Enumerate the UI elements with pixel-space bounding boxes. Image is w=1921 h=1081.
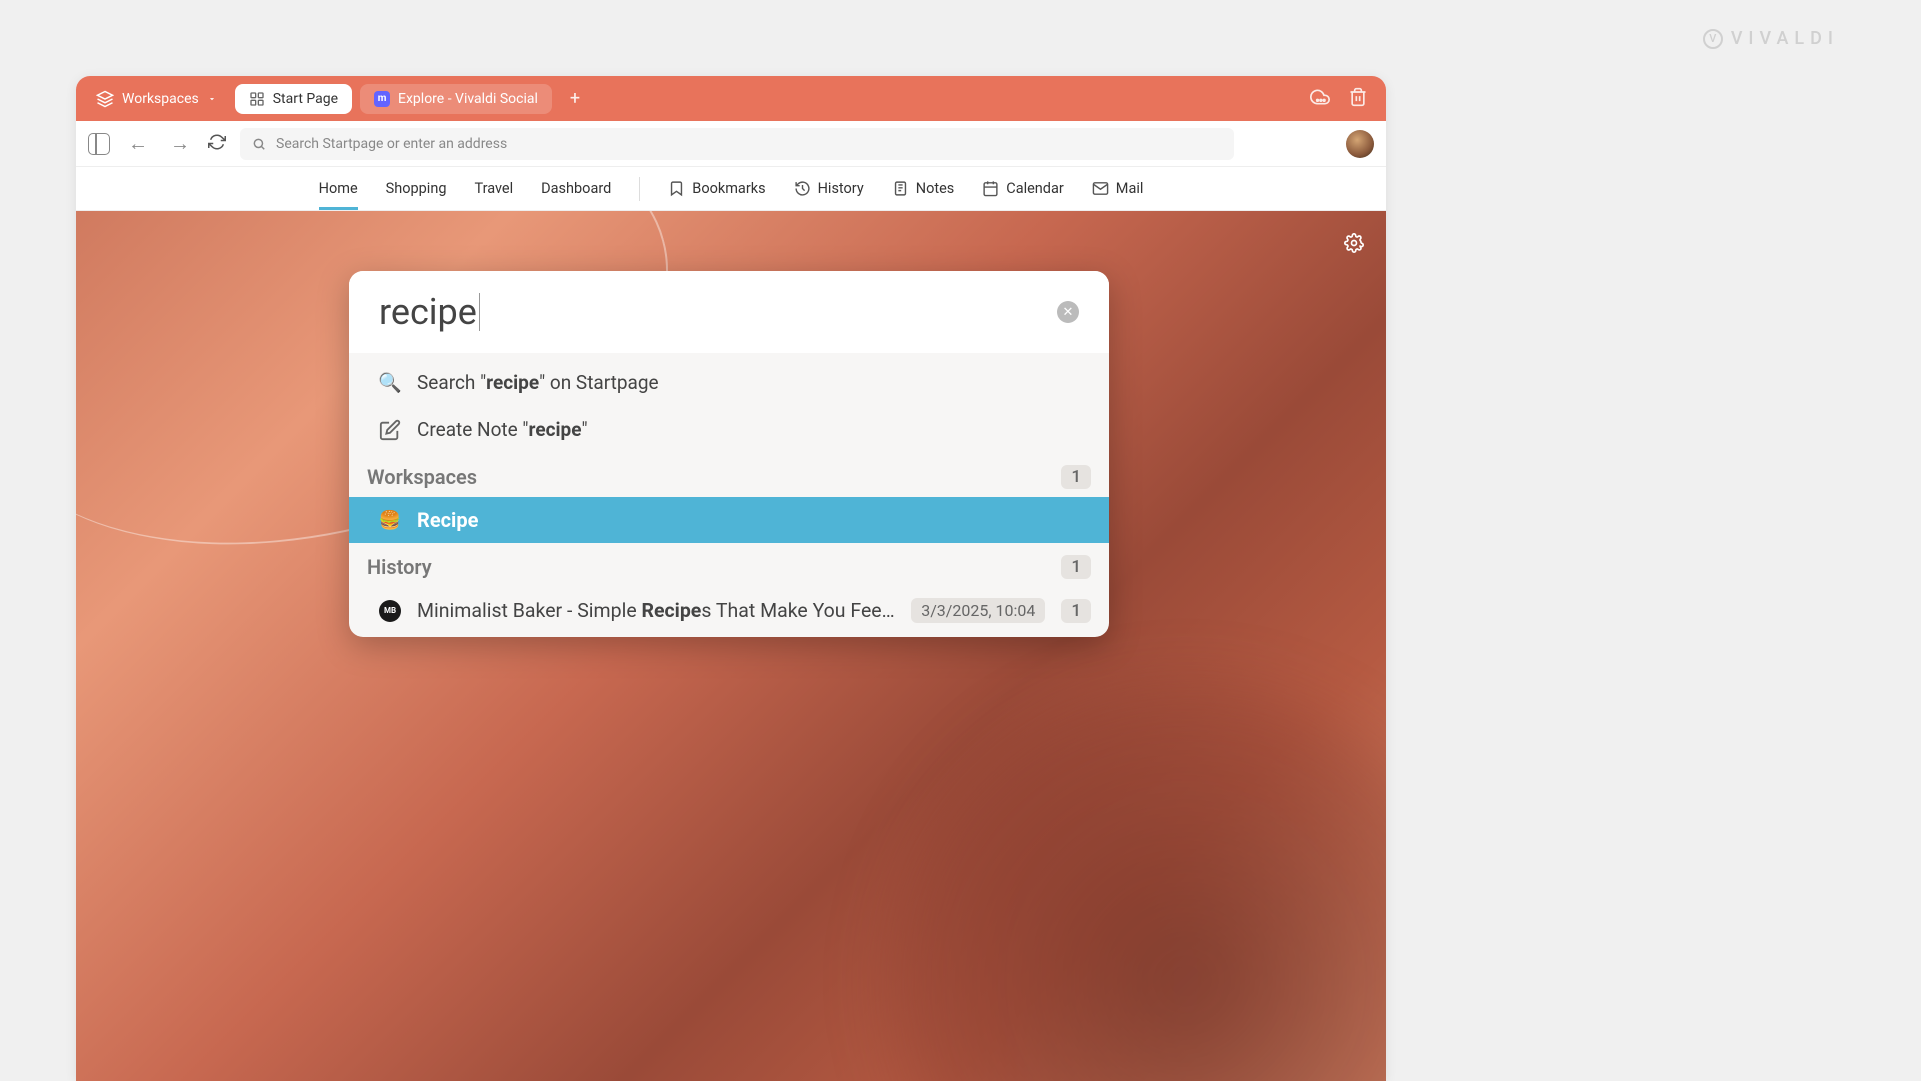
tab-vivaldi-social[interactable]: m Explore - Vivaldi Social bbox=[360, 84, 552, 114]
text-cursor bbox=[479, 293, 481, 331]
mastodon-icon: m bbox=[374, 91, 390, 107]
clear-button[interactable]: ✕ bbox=[1057, 301, 1079, 323]
count-badge: 1 bbox=[1061, 599, 1091, 623]
start-page-icon bbox=[249, 91, 265, 107]
mail-icon bbox=[1092, 180, 1109, 197]
search-action-text: Search "recipe" on Startpage bbox=[417, 371, 659, 394]
tab-bar: Workspaces Start Page m Explore - Vivald… bbox=[76, 76, 1386, 121]
address-bar[interactable]: Search Startpage or enter an address bbox=[240, 128, 1234, 160]
count-badge: 1 bbox=[1061, 465, 1091, 489]
tab-label: Start Page bbox=[273, 91, 338, 107]
back-button[interactable]: ← bbox=[124, 127, 152, 160]
nav-shopping[interactable]: Shopping bbox=[386, 168, 447, 209]
trash-icon[interactable] bbox=[1348, 87, 1368, 111]
bg-decoration bbox=[886, 681, 1386, 1081]
create-note-action[interactable]: Create Note "recipe" bbox=[349, 406, 1109, 453]
workspaces-button[interactable]: Workspaces bbox=[86, 84, 227, 114]
vivaldi-brand: V VIVALDI bbox=[1703, 28, 1839, 49]
note-icon bbox=[379, 419, 401, 441]
toolbar: ← → Search Startpage or enter an address bbox=[76, 121, 1386, 167]
notes-icon bbox=[892, 180, 909, 197]
nav-notes[interactable]: Notes bbox=[892, 168, 955, 209]
stack-icon bbox=[96, 90, 114, 108]
nav-bookmarks[interactable]: Bookmarks bbox=[668, 168, 765, 209]
nav-home[interactable]: Home bbox=[319, 168, 358, 209]
result-label: Recipe bbox=[417, 508, 478, 532]
profile-avatar[interactable] bbox=[1346, 130, 1374, 158]
chevron-down-icon bbox=[207, 94, 217, 104]
history-title: Minimalist Baker - Simple Recipes That M… bbox=[417, 599, 895, 622]
vivaldi-text: VIVALDI bbox=[1731, 28, 1839, 49]
nav-divider bbox=[639, 177, 640, 201]
workspace-result-recipe[interactable]: 🍔 Recipe bbox=[349, 497, 1109, 543]
tab-start-page[interactable]: Start Page bbox=[235, 84, 352, 114]
workspaces-section-header: Workspaces 1 bbox=[349, 453, 1109, 497]
site-favicon: MB bbox=[379, 600, 401, 622]
vivaldi-icon: V bbox=[1703, 29, 1723, 49]
nav-travel[interactable]: Travel bbox=[474, 168, 513, 209]
browser-window: Workspaces Start Page m Explore - Vivald… bbox=[76, 76, 1386, 1081]
nav-dashboard[interactable]: Dashboard bbox=[541, 168, 611, 209]
history-result[interactable]: MB Minimalist Baker - Simple Recipes Tha… bbox=[349, 587, 1109, 637]
search-action[interactable]: 🔍 Search "recipe" on Startpage bbox=[349, 359, 1109, 406]
bookmark-icon bbox=[668, 180, 685, 197]
content-area: recipe ✕ 🔍 Search "recipe" on Startpage … bbox=[76, 211, 1386, 1081]
reload-button[interactable] bbox=[208, 133, 226, 155]
note-action-text: Create Note "recipe" bbox=[417, 418, 588, 441]
new-tab-button[interactable]: + bbox=[560, 84, 590, 113]
count-badge: 1 bbox=[1061, 555, 1091, 579]
history-section-header: History 1 bbox=[349, 543, 1109, 587]
nav-calendar[interactable]: Calendar bbox=[982, 168, 1064, 209]
nav-history[interactable]: History bbox=[794, 168, 864, 209]
nav-mail[interactable]: Mail bbox=[1092, 168, 1144, 209]
forward-button[interactable]: → bbox=[166, 127, 194, 160]
calendar-icon bbox=[982, 180, 999, 197]
nav-strip: Home Shopping Travel Dashboard Bookmarks… bbox=[76, 167, 1386, 211]
history-date: 3/3/2025, 10:04 bbox=[911, 598, 1045, 623]
search-input-row: recipe ✕ bbox=[349, 271, 1109, 353]
burger-icon: 🍔 bbox=[379, 510, 401, 531]
search-icon: 🔍 bbox=[379, 372, 401, 394]
sync-icon[interactable] bbox=[1310, 87, 1330, 111]
search-icon bbox=[252, 137, 266, 151]
search-query[interactable]: recipe bbox=[379, 291, 477, 333]
history-icon bbox=[794, 180, 811, 197]
panel-toggle-button[interactable] bbox=[88, 133, 110, 155]
workspaces-label: Workspaces bbox=[122, 91, 199, 107]
tab-label: Explore - Vivaldi Social bbox=[398, 91, 538, 107]
search-dropdown: recipe ✕ 🔍 Search "recipe" on Startpage … bbox=[349, 271, 1109, 637]
address-placeholder: Search Startpage or enter an address bbox=[276, 136, 507, 152]
settings-button[interactable] bbox=[1344, 233, 1364, 257]
